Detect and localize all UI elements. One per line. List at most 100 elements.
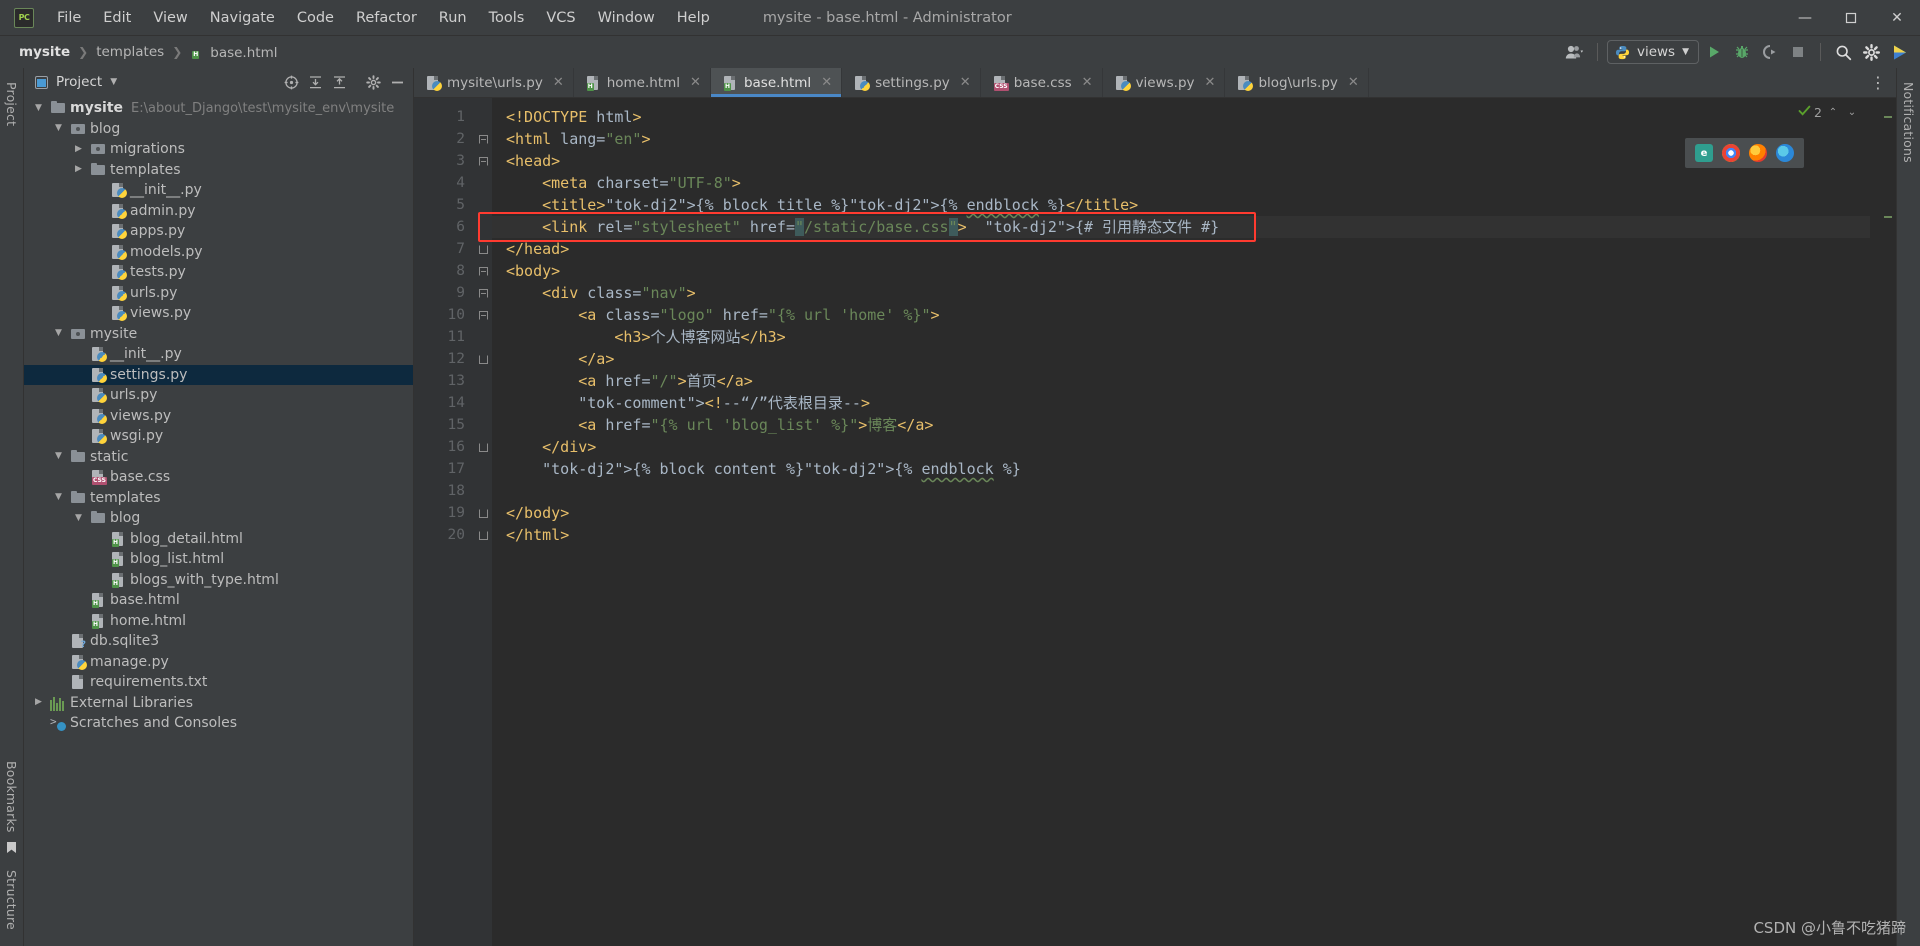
code-line[interactable]: <link rel="stylesheet" href="/static/bas… xyxy=(492,216,1870,238)
fold-open-icon[interactable] xyxy=(478,156,488,166)
editor-tab[interactable]: Hhome.html ✕ xyxy=(574,68,711,97)
editor-tab[interactable]: blog\urls.py ✕ xyxy=(1225,68,1369,97)
fold-gutter-row[interactable] xyxy=(474,238,492,260)
code-line[interactable]: </a> xyxy=(492,348,1870,370)
fold-open-icon[interactable] xyxy=(478,134,488,144)
tree-row[interactable]: Hblog_detail.html xyxy=(24,529,413,550)
code-line[interactable]: </body> xyxy=(492,502,1870,524)
code-line[interactable]: "tok-comment"><!--“/”代表根目录--> xyxy=(492,392,1870,414)
chevron-down-icon[interactable]: ▼ xyxy=(52,329,65,338)
fold-gutter-row[interactable] xyxy=(474,502,492,524)
fold-close-icon[interactable] xyxy=(478,244,488,254)
error-stripe-gutter[interactable] xyxy=(1870,98,1896,946)
close-icon[interactable]: ✕ xyxy=(1348,75,1359,90)
browser-preview-bar[interactable]: e xyxy=(1685,138,1804,168)
tree-row[interactable]: manage.py xyxy=(24,652,413,673)
code-line[interactable]: <a class="logo" href="{% url 'home' %}"> xyxy=(492,304,1870,326)
chevron-down-icon[interactable]: ▼ xyxy=(52,124,65,133)
editor-tab-bar[interactable]: mysite\urls.py ✕ Hhome.html ✕ Hbase.html ✕ set… xyxy=(414,68,1896,98)
fold-gutter-row[interactable] xyxy=(474,282,492,304)
tree-row[interactable]: models.py xyxy=(24,242,413,263)
select-opened-file-icon[interactable] xyxy=(281,72,301,92)
fold-gutter-row[interactable] xyxy=(474,172,492,194)
editor-tab[interactable]: settings.py ✕ xyxy=(842,68,981,97)
tree-row[interactable]: Hblogs_with_type.html xyxy=(24,570,413,591)
fold-open-icon[interactable] xyxy=(478,288,488,298)
tool-window-button-bookmarks[interactable]: Bookmarks xyxy=(4,753,19,841)
chevron-up-icon[interactable]: ⌃ xyxy=(1825,104,1841,120)
code-line[interactable]: <meta charset="UTF-8"> xyxy=(492,172,1870,194)
fold-open-icon[interactable] xyxy=(478,266,488,276)
close-icon[interactable]: ✕ xyxy=(1082,75,1093,90)
breadcrumb-item-project[interactable]: mysite xyxy=(16,43,73,61)
chevron-down-icon[interactable]: ⌄ xyxy=(1844,104,1860,120)
close-icon[interactable]: ✕ xyxy=(553,75,564,90)
menu-edit[interactable]: Edit xyxy=(92,6,142,30)
tree-row[interactable]: apps.py xyxy=(24,221,413,242)
code-folding-gutter[interactable] xyxy=(474,98,492,946)
chevron-right-icon[interactable]: ▶ xyxy=(72,144,85,154)
panel-settings-gear-icon[interactable] xyxy=(363,72,383,92)
tree-row[interactable]: ▶ templates xyxy=(24,160,413,181)
tree-row[interactable]: tests.py xyxy=(24,262,413,283)
tree-row[interactable]: __init__.py xyxy=(24,180,413,201)
fold-gutter-row[interactable] xyxy=(474,480,492,502)
firefox-browser-icon[interactable] xyxy=(1749,144,1767,162)
fold-close-icon[interactable] xyxy=(478,442,488,452)
tree-row[interactable]: urls.py xyxy=(24,283,413,304)
fold-close-icon[interactable] xyxy=(478,354,488,364)
close-button[interactable]: ✕ xyxy=(1874,0,1920,36)
fold-close-icon[interactable] xyxy=(478,508,488,518)
collapse-all-icon[interactable] xyxy=(329,72,349,92)
code-line[interactable]: <html lang="en"> xyxy=(492,128,1870,150)
ie-browser-icon[interactable]: e xyxy=(1695,144,1713,162)
fold-gutter-row[interactable] xyxy=(474,128,492,150)
run-with-coverage-button[interactable] xyxy=(1757,40,1783,64)
tree-row[interactable]: ? db.sqlite3 xyxy=(24,631,413,652)
fold-gutter-row[interactable] xyxy=(474,414,492,436)
editor-tab[interactable]: views.py ✕ xyxy=(1103,68,1226,97)
close-icon[interactable]: ✕ xyxy=(1205,75,1216,90)
chevron-down-icon[interactable]: ▼ xyxy=(52,493,65,502)
inspections-widget[interactable]: 2 ⌃ ⌄ xyxy=(1798,104,1860,120)
error-stripe-mark[interactable] xyxy=(1884,116,1892,118)
fold-close-icon[interactable] xyxy=(478,530,488,540)
fold-gutter-row[interactable] xyxy=(474,260,492,282)
search-everywhere-button[interactable] xyxy=(1830,40,1856,64)
code-editor[interactable]: <!DOCTYPE html> <html lang="en"> <head> <m… xyxy=(492,98,1870,946)
fold-open-icon[interactable] xyxy=(478,310,488,320)
hide-panel-icon[interactable] xyxy=(387,72,407,92)
menu-run[interactable]: Run xyxy=(428,6,478,30)
tree-row[interactable]: urls.py xyxy=(24,385,413,406)
menu-code[interactable]: Code xyxy=(286,6,345,30)
code-line[interactable]: <div class="nav"> xyxy=(492,282,1870,304)
updates-icon[interactable] xyxy=(1886,40,1912,64)
fold-gutter-row[interactable] xyxy=(474,348,492,370)
code-line[interactable]: <body> xyxy=(492,260,1870,282)
debug-button[interactable] xyxy=(1729,40,1755,64)
fold-gutter-row[interactable] xyxy=(474,392,492,414)
editor-tab[interactable]: mysite\urls.py ✕ xyxy=(414,68,574,97)
code-line[interactable]: </div> xyxy=(492,436,1870,458)
tool-window-button-notifications[interactable]: Notifications xyxy=(1901,74,1916,171)
tree-row[interactable]: ▼ templates xyxy=(24,488,413,509)
account-icon[interactable] xyxy=(1562,40,1588,64)
code-line[interactable] xyxy=(492,480,1870,502)
maximize-button[interactable] xyxy=(1828,0,1874,36)
tree-row[interactable]: requirements.txt xyxy=(24,672,413,693)
fold-gutter-row[interactable] xyxy=(474,458,492,480)
tree-row[interactable]: views.py xyxy=(24,406,413,427)
editor-tab[interactable]: Hbase.html ✕ xyxy=(710,68,843,97)
chrome-browser-icon[interactable] xyxy=(1722,144,1740,162)
fold-gutter-row[interactable] xyxy=(474,216,492,238)
fold-gutter-row[interactable] xyxy=(474,326,492,348)
fold-gutter-row[interactable] xyxy=(474,524,492,546)
fold-gutter-row[interactable] xyxy=(474,370,492,392)
tree-row[interactable]: Hblog_list.html xyxy=(24,549,413,570)
chevron-down-icon[interactable]: ▼ xyxy=(52,452,65,461)
tree-row[interactable]: Hhome.html xyxy=(24,611,413,632)
fold-gutter-row[interactable] xyxy=(474,106,492,128)
tool-window-button-project[interactable]: Project xyxy=(4,74,19,134)
code-line[interactable]: <a href="{% url 'blog_list' %}">博客</a> xyxy=(492,414,1870,436)
fold-gutter-row[interactable] xyxy=(474,436,492,458)
